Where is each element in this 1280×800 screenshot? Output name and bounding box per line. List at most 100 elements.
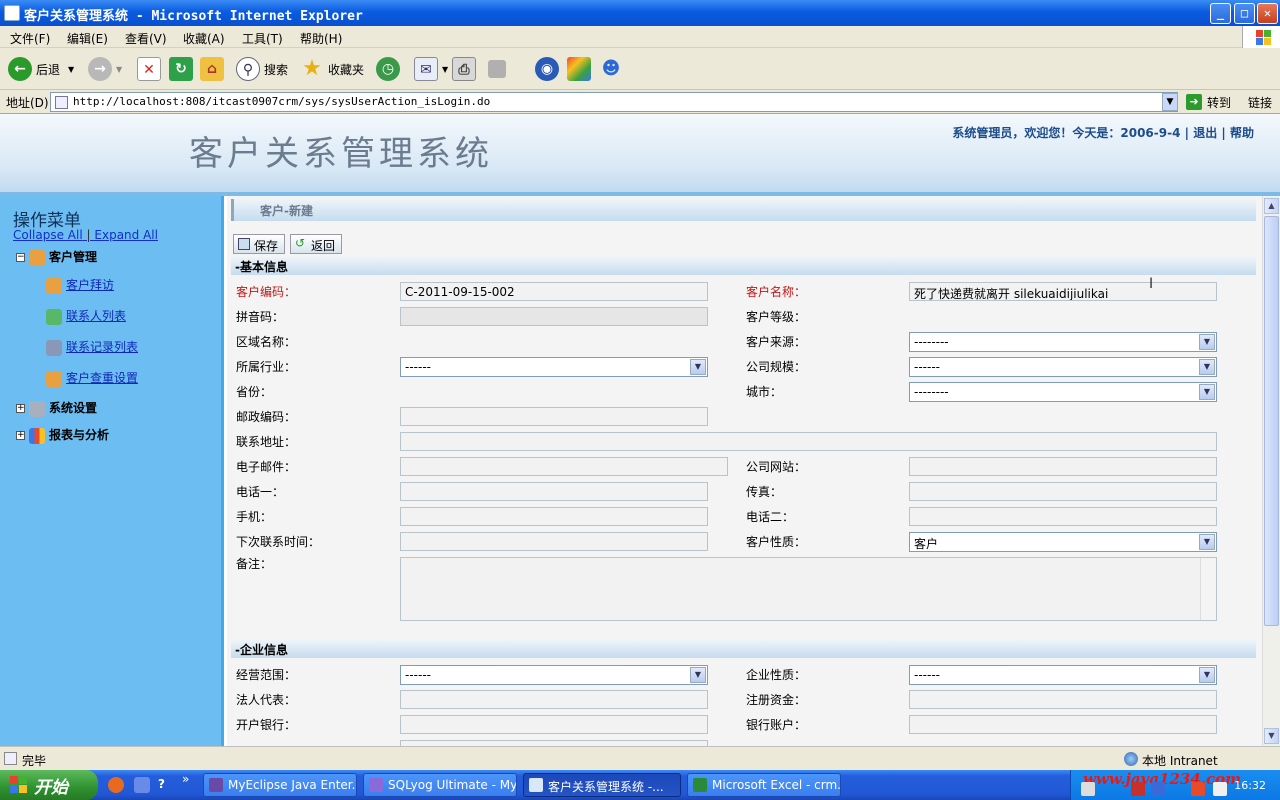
phone1-input[interactable] xyxy=(400,482,708,501)
start-button[interactable]: 开始 xyxy=(0,770,98,800)
stop-button[interactable]: ✕ xyxy=(137,56,165,82)
tree-link[interactable]: 客户拜访 xyxy=(66,278,114,292)
chevron-down-icon[interactable]: ▼ xyxy=(1199,667,1215,683)
next-contact-input[interactable] xyxy=(400,532,708,551)
scroll-down-icon[interactable]: ▼ xyxy=(1264,728,1279,744)
postcode-input[interactable] xyxy=(400,407,708,426)
chevron-down-icon[interactable]: ▼ xyxy=(1199,334,1215,350)
menu-tools[interactable]: 工具(T) xyxy=(242,30,283,47)
task-sqlyog[interactable]: SQLyog Ultimate - My... xyxy=(363,773,517,797)
help-link[interactable]: 帮助 xyxy=(1230,126,1254,140)
address-dropdown-icon[interactable]: ▼ xyxy=(1162,93,1178,111)
forward-button[interactable]: → ▼ xyxy=(88,56,122,82)
menu-help[interactable]: 帮助(H) xyxy=(300,30,342,47)
forward-dropdown-icon[interactable]: ▼ xyxy=(116,65,122,74)
task-crm-ie[interactable]: 客户关系管理系统 -... xyxy=(523,773,681,797)
customer-nature-select[interactable]: 客户 ▼ xyxy=(909,532,1217,552)
mail-dropdown-icon[interactable]: ▼ xyxy=(442,65,448,74)
chevron-down-icon[interactable]: ▼ xyxy=(690,667,706,683)
help-quicklaunch-icon[interactable]: ? xyxy=(158,777,172,793)
favorites-button[interactable]: ★ 收藏夹 xyxy=(300,56,364,82)
back-page-button[interactable]: ↺ 返回 xyxy=(290,234,343,254)
users-button[interactable]: ☻ xyxy=(599,56,627,82)
history-button[interactable]: ◷ xyxy=(376,56,404,82)
messenger-button[interactable]: ◉ xyxy=(535,56,563,82)
chevron-down-icon[interactable]: ▼ xyxy=(690,359,706,375)
logout-link[interactable]: 退出 xyxy=(1193,126,1217,140)
tray-icon[interactable] xyxy=(1213,782,1227,796)
contact-address-input[interactable] xyxy=(400,432,1217,451)
chevron-down-icon[interactable]: ▼ xyxy=(1199,359,1215,375)
more-quicklaunch-icon[interactable]: » xyxy=(182,772,189,786)
mobile-input[interactable] xyxy=(400,507,708,526)
menu-edit[interactable]: 编辑(E) xyxy=(67,30,108,47)
expand-toggle-icon[interactable]: + xyxy=(16,404,25,413)
quicklaunch-icon[interactable] xyxy=(134,777,150,793)
city-select[interactable]: -------- ▼ xyxy=(909,382,1217,402)
back-button[interactable]: ← 后退 ▼ xyxy=(8,56,74,82)
firefox-icon[interactable] xyxy=(108,777,124,793)
email-input[interactable] xyxy=(400,457,728,476)
page-scrollbar[interactable]: ▲ ▼ xyxy=(1262,196,1280,746)
print-button[interactable]: ⎙ xyxy=(452,56,480,82)
menu-file[interactable]: 文件(F) xyxy=(10,30,50,47)
tree-sys-settings[interactable]: + 系统设置 xyxy=(16,399,97,417)
mail-button[interactable]: ✉ ▼ xyxy=(414,56,448,82)
tree-item-visit[interactable]: 客户拜访 xyxy=(46,276,114,294)
tree-reports[interactable]: + 报表与分析 xyxy=(16,426,109,444)
refresh-button[interactable]: ↻ xyxy=(169,56,197,82)
back-dropdown-icon[interactable]: ▼ xyxy=(68,65,74,74)
tray-icon[interactable] xyxy=(1131,782,1145,796)
pinyin-input[interactable] xyxy=(400,307,708,326)
minimize-button[interactable]: _ xyxy=(1210,3,1231,24)
tree-item-contacts[interactable]: 联系人列表 xyxy=(46,307,126,325)
collapse-all-link[interactable]: Collapse All xyxy=(13,228,83,242)
tray-icon[interactable] xyxy=(1151,782,1165,796)
website-input[interactable] xyxy=(909,457,1217,476)
biz-scope-select[interactable]: ------ ▼ xyxy=(400,665,708,685)
home-button[interactable]: ⌂ xyxy=(200,56,228,82)
tree-link[interactable]: 客户查重设置 xyxy=(66,371,138,385)
window-title-bar[interactable]: 客户关系管理系统 - Microsoft Internet Explorer _… xyxy=(0,0,1280,26)
search-button[interactable]: ⚲ 搜索 xyxy=(236,56,288,82)
tree-link[interactable]: 联系人列表 xyxy=(66,309,126,323)
tree-item-records[interactable]: 联系记录列表 xyxy=(46,338,138,356)
address-input[interactable]: http://localhost:808/itcast0907crm/sys/s… xyxy=(50,92,1178,112)
tree-customer-mgmt[interactable]: − 客户管理 xyxy=(16,248,97,266)
legal-rep-input[interactable] xyxy=(400,690,708,709)
ent-nature-select[interactable]: ------ ▼ xyxy=(909,665,1217,685)
menu-favorites[interactable]: 收藏(A) xyxy=(183,30,225,47)
tree-link[interactable]: 联系记录列表 xyxy=(66,340,138,354)
go-button[interactable]: 转到 xyxy=(1207,94,1231,111)
remarks-textarea[interactable] xyxy=(400,557,1217,621)
textarea-scrollbar[interactable] xyxy=(1200,558,1216,620)
collapse-toggle-icon[interactable]: − xyxy=(16,253,25,262)
tray-icon[interactable] xyxy=(1191,782,1205,796)
industry-select[interactable]: ------ ▼ xyxy=(400,357,708,377)
phone2-input[interactable] xyxy=(909,507,1217,526)
reg-capital-input[interactable] xyxy=(909,690,1217,709)
menu-view[interactable]: 查看(V) xyxy=(125,30,167,47)
tree-item-dup-settings[interactable]: 客户查重设置 xyxy=(46,369,138,387)
fax-input[interactable] xyxy=(909,482,1217,501)
bank-input[interactable] xyxy=(400,715,708,734)
go-arrow-icon[interactable]: ➜ xyxy=(1186,94,1202,110)
expand-all-link[interactable]: Expand All xyxy=(94,228,158,242)
customer-name-input[interactable]: 死了快递费就离开 silekuaidijiulikai xyxy=(909,282,1217,301)
links-button[interactable]: 链接 xyxy=(1248,94,1272,111)
task-excel[interactable]: Microsoft Excel - crm... xyxy=(687,773,841,797)
scroll-up-icon[interactable]: ▲ xyxy=(1264,198,1279,214)
customer-source-select[interactable]: -------- ▼ xyxy=(909,332,1217,352)
research-button[interactable] xyxy=(567,56,595,82)
chevron-down-icon[interactable]: ▼ xyxy=(1199,384,1215,400)
expand-toggle-icon[interactable]: + xyxy=(16,431,25,440)
customer-code-input[interactable]: C-2011-09-15-002 xyxy=(400,282,708,301)
edit-button[interactable] xyxy=(488,56,510,82)
company-scale-select[interactable]: ------ ▼ xyxy=(909,357,1217,377)
scroll-thumb[interactable] xyxy=(1264,216,1279,626)
close-button[interactable]: ✕ xyxy=(1257,3,1278,24)
task-myeclipse[interactable]: MyEclipse Java Enter... xyxy=(203,773,357,797)
account-input[interactable] xyxy=(909,715,1217,734)
chevron-down-icon[interactable]: ▼ xyxy=(1199,534,1215,550)
maximize-button[interactable]: □ xyxy=(1234,3,1255,24)
